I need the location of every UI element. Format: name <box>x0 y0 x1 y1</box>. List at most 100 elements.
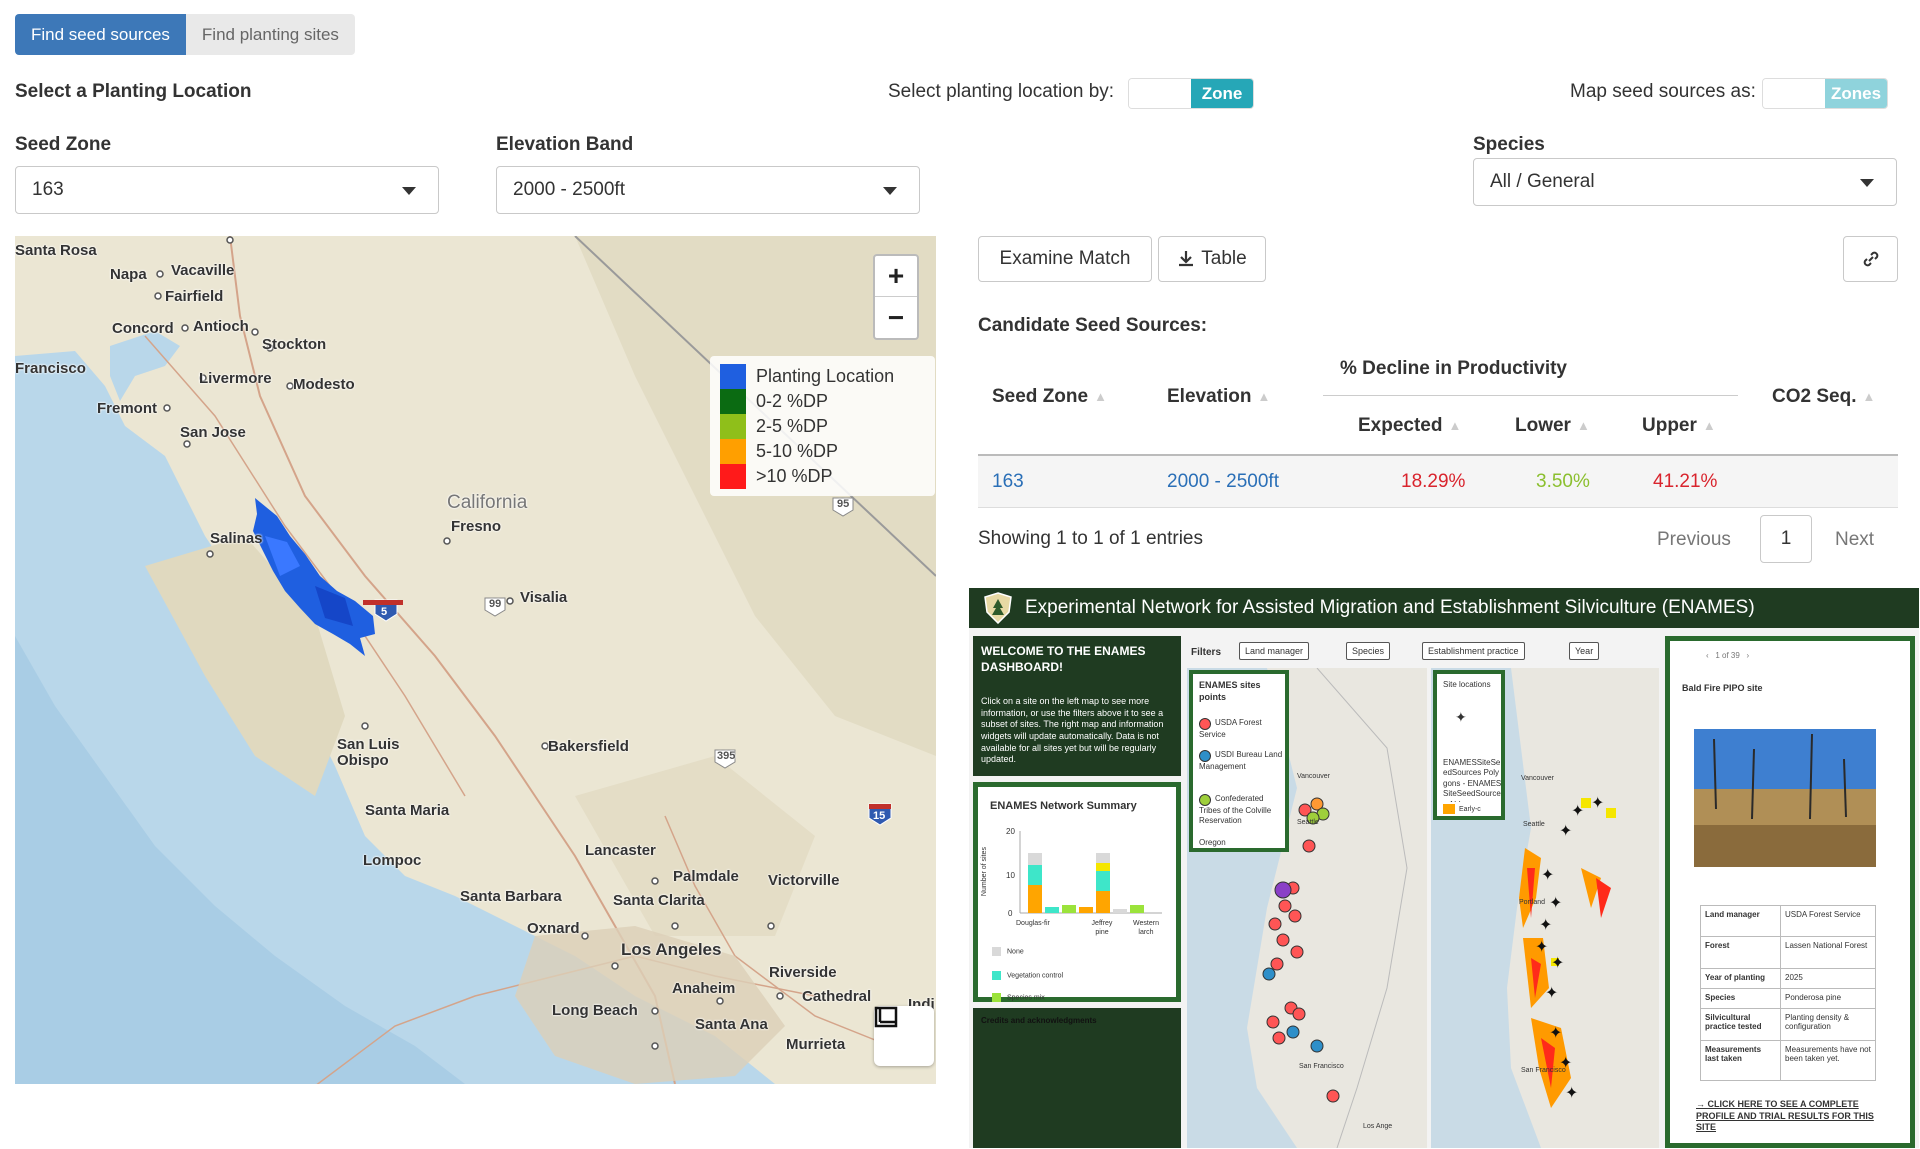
legend-swatch <box>720 389 746 414</box>
legend-item: 5-10 %DP <box>720 439 925 464</box>
right-map-legend-title: Site locations <box>1443 680 1491 689</box>
seed-zone-label: Seed Zone <box>15 134 112 155</box>
tab-find-seed-sources[interactable]: Find seed sources <box>15 14 186 55</box>
right-map-label-portland: Portland <box>1519 899 1546 906</box>
map-legend: Planting Location 0-2 %DP 2-5 %DP 5-10 %… <box>710 356 935 496</box>
summary-category-jeffrey-pine: Jeffrey pine <box>1091 920 1113 937</box>
table-entries-info: Showing 1 to 1 of 1 entries <box>978 528 1203 549</box>
site-profile-link[interactable]: → CLICK HERE TO SEE A COMPLETE PROFILE A… <box>1696 1099 1886 1135</box>
select-by-toggle[interactable]: Zone <box>1128 78 1254 109</box>
col-header-co2[interactable]: CO2 Seq. ▲ <box>1772 386 1875 408</box>
map-label-fremont: Fremont <box>97 400 157 417</box>
pager-next[interactable]: Next <box>1835 529 1874 551</box>
cell-expected: 18.29% <box>1401 471 1466 492</box>
share-link-button[interactable] <box>1843 236 1898 282</box>
cell-elevation[interactable]: 2000 - 2500ft <box>1167 471 1279 493</box>
map-label-santa-ana: Santa Ana <box>695 1016 768 1033</box>
highway-5-label: 5 <box>381 606 388 618</box>
map-label-santa-barbara: Santa Barbara <box>460 888 562 905</box>
site-info-row: Year of planting 2025 <box>1700 969 1876 989</box>
dashboard-left-map[interactable]: ENAMES sites points USDA Forest Service … <box>1187 668 1427 1148</box>
zoom-in-button[interactable]: + <box>875 256 917 297</box>
pager-previous[interactable]: Previous <box>1657 529 1731 551</box>
table-download-button[interactable]: Table <box>1158 236 1266 282</box>
summary-title: ENAMES Network Summary <box>990 800 1137 812</box>
map-label-stockton: Stockton <box>262 336 327 353</box>
map-label-fairfield: Fairfield <box>165 288 224 305</box>
examine-match-button[interactable]: Examine Match <box>978 236 1152 282</box>
right-map-legend-item: Early-c <box>1443 804 1481 814</box>
toggle-zone-option[interactable]: Zone <box>1191 79 1253 108</box>
svg-text:✦: ✦ <box>1549 893 1562 912</box>
species-label: Species <box>1473 134 1545 155</box>
col-header-label: Elevation <box>1167 386 1252 407</box>
forest-service-shield-icon <box>984 592 1012 624</box>
map-label-oxnard: Oxnard <box>527 920 580 937</box>
map-label-san-jose: San Jose <box>180 424 246 441</box>
species-select[interactable]: All / General <box>1473 158 1897 206</box>
cell-lower: 3.50% <box>1536 471 1590 492</box>
filter-chip-species[interactable]: Species <box>1346 642 1391 660</box>
elevation-band-label: Elevation Band <box>496 134 634 155</box>
map-label-visalia: Visalia <box>520 589 568 606</box>
filter-chip-year[interactable]: Year <box>1569 642 1600 660</box>
map-label-vacaville: Vacaville <box>171 262 235 279</box>
toggle-zones-option[interactable]: Zones <box>1825 79 1887 108</box>
map-label-murrieta: Murrieta <box>786 1036 846 1053</box>
species-value: All / General <box>1490 171 1595 192</box>
site-pager[interactable]: ‹ 1 of 39 › <box>1706 651 1749 661</box>
site-info-row: Land manager USDA Forest Service <box>1700 905 1876 937</box>
dashboard-right-map[interactable]: ✦ ✦ ✦ ✦ ✦ ✦ ✦ ✦ ✦ ✦ ✦ ✦ Site locations ✦ ENAMESS… <box>1431 668 1659 1148</box>
legend-label: 0-2 %DP <box>756 391 829 411</box>
map-label-riverside: Riverside <box>769 964 837 981</box>
right-map-label-vancouver: Vancouver <box>1521 775 1554 782</box>
seed-zone-value: 163 <box>32 179 64 200</box>
svg-text:✦: ✦ <box>1535 937 1548 956</box>
col-header-seed-zone[interactable]: Seed Zone ▲ <box>992 386 1107 408</box>
sort-icon: ▲ <box>1576 418 1590 434</box>
summary-legend-none: None <box>992 947 1024 956</box>
site-info-row: Forest Lassen National Forest <box>1700 937 1876 969</box>
col-header-elevation[interactable]: Elevation ▲ <box>1167 386 1270 408</box>
legend-label: 2-5 %DP <box>756 416 829 436</box>
map-label-anaheim: Anaheim <box>672 980 736 997</box>
map-label-california: California <box>447 492 528 513</box>
sort-icon: ▲ <box>1094 389 1107 405</box>
col-header-expected[interactable]: Expected ▲ <box>1358 415 1461 437</box>
legend-usfs: USDA Forest Service <box>1199 718 1262 739</box>
summary-y-label: Number of sites <box>980 847 988 897</box>
left-map-label-los-angeles: Los Ange <box>1363 1123 1393 1130</box>
toggle-off-side[interactable] <box>1763 79 1825 108</box>
map-label-santa-rosa: Santa Rosa <box>15 242 97 259</box>
map-label-santa-clarita: Santa Clarita <box>613 892 705 909</box>
mode-tabs: Find seed sources Find planting sites <box>15 14 355 55</box>
map-label-victorville: Victorville <box>768 872 840 889</box>
svg-text:✦: ✦ <box>1551 953 1564 972</box>
filter-chip-establishment[interactable]: Establishment practice <box>1422 642 1525 660</box>
cell-seed-zone[interactable]: 163 <box>992 471 1024 493</box>
planting-location-map[interactable]: Santa Rosa Napa Vacaville Fairfield Conc… <box>15 236 936 1084</box>
seed-zone-select[interactable]: 163 <box>15 166 439 214</box>
filter-chip-land-manager[interactable]: Land manager <box>1239 642 1310 660</box>
tab-find-planting-sites[interactable]: Find planting sites <box>185 14 355 55</box>
map-label-lancaster: Lancaster <box>585 842 656 859</box>
map-label-fresno: Fresno <box>451 518 502 535</box>
fullscreen-button[interactable] <box>874 1006 934 1066</box>
map-label-bakersfield: Bakersfield <box>548 738 629 755</box>
dashboard-title: Experimental Network for Assisted Migrat… <box>1025 597 1755 618</box>
col-header-lower[interactable]: Lower ▲ <box>1515 415 1590 437</box>
map-label-lompoc: Lompoc <box>363 852 422 869</box>
map-as-toggle[interactable]: Zones <box>1762 78 1888 109</box>
legend-swatch <box>720 364 746 389</box>
enames-dashboard-screenshot: Experimental Network for Assisted Migrat… <box>969 588 1919 1148</box>
summary-category-western-larch: Western larch <box>1133 920 1159 937</box>
credits-title: Credits and acknowledgments <box>981 1016 1097 1025</box>
right-map-legend: Site locations ✦ ENAMESSiteSeedSources P… <box>1433 670 1505 820</box>
zoom-out-button[interactable]: − <box>875 297 917 338</box>
svg-text:✦: ✦ <box>1591 793 1604 812</box>
toggle-off-side[interactable] <box>1129 79 1191 108</box>
col-header-upper[interactable]: Upper ▲ <box>1642 415 1716 437</box>
left-map-label-san-francisco: San Francisco <box>1299 1063 1344 1070</box>
elevation-band-select[interactable]: 2000 - 2500ft <box>496 166 920 214</box>
pager-current-page[interactable]: 1 <box>1760 515 1812 563</box>
